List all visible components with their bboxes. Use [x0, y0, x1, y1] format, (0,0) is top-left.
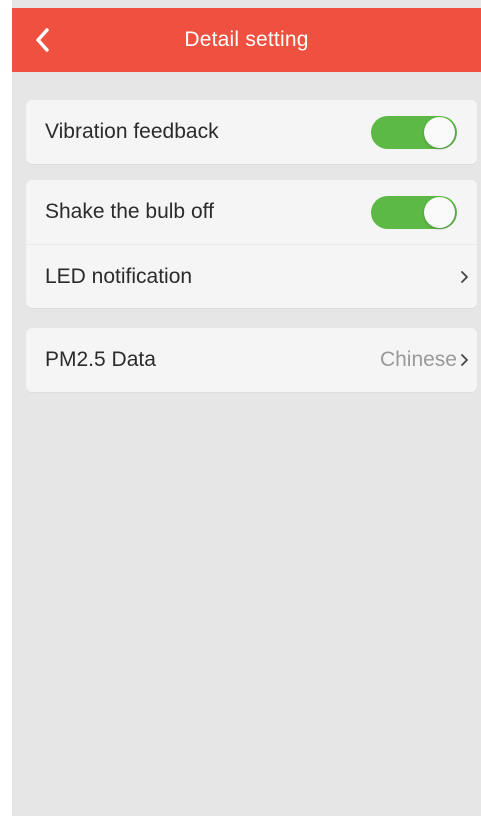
pm25-data-row[interactable]: PM2.5 Data Chinese	[26, 328, 477, 392]
settings-card-pm25: PM2.5 Data Chinese	[26, 328, 477, 392]
toggle-knob	[424, 197, 455, 228]
pm25-data-value: Chinese	[379, 348, 457, 371]
pm25-data-label: PM2.5 Data	[45, 348, 156, 371]
vibration-feedback-toggle[interactable]	[371, 116, 457, 149]
led-notification-label: LED notification	[45, 264, 193, 288]
toggle-knob	[424, 117, 455, 148]
vibration-feedback-label: Vibration feedback	[45, 120, 219, 143]
app-header: Detail setting	[12, 8, 481, 72]
led-notification-row[interactable]: LED notification	[26, 244, 477, 308]
back-button[interactable]	[24, 22, 60, 58]
chevron-right-icon	[461, 271, 468, 283]
chevron-left-icon	[36, 28, 49, 52]
vibration-feedback-row: Vibration feedback	[26, 100, 477, 164]
shake-bulb-off-row: Shake the bulb off	[26, 180, 477, 244]
settings-card-bulb: Shake the bulb off LED notification	[26, 180, 477, 308]
settings-card-vibration: Vibration feedback	[26, 100, 477, 164]
screen: Detail setting Vibration feedback Shake …	[0, 0, 481, 816]
page-title: Detail setting	[184, 28, 309, 51]
shake-bulb-off-toggle[interactable]	[371, 196, 457, 229]
shake-bulb-off-label: Shake the bulb off	[45, 200, 214, 223]
chevron-right-icon	[461, 354, 468, 366]
